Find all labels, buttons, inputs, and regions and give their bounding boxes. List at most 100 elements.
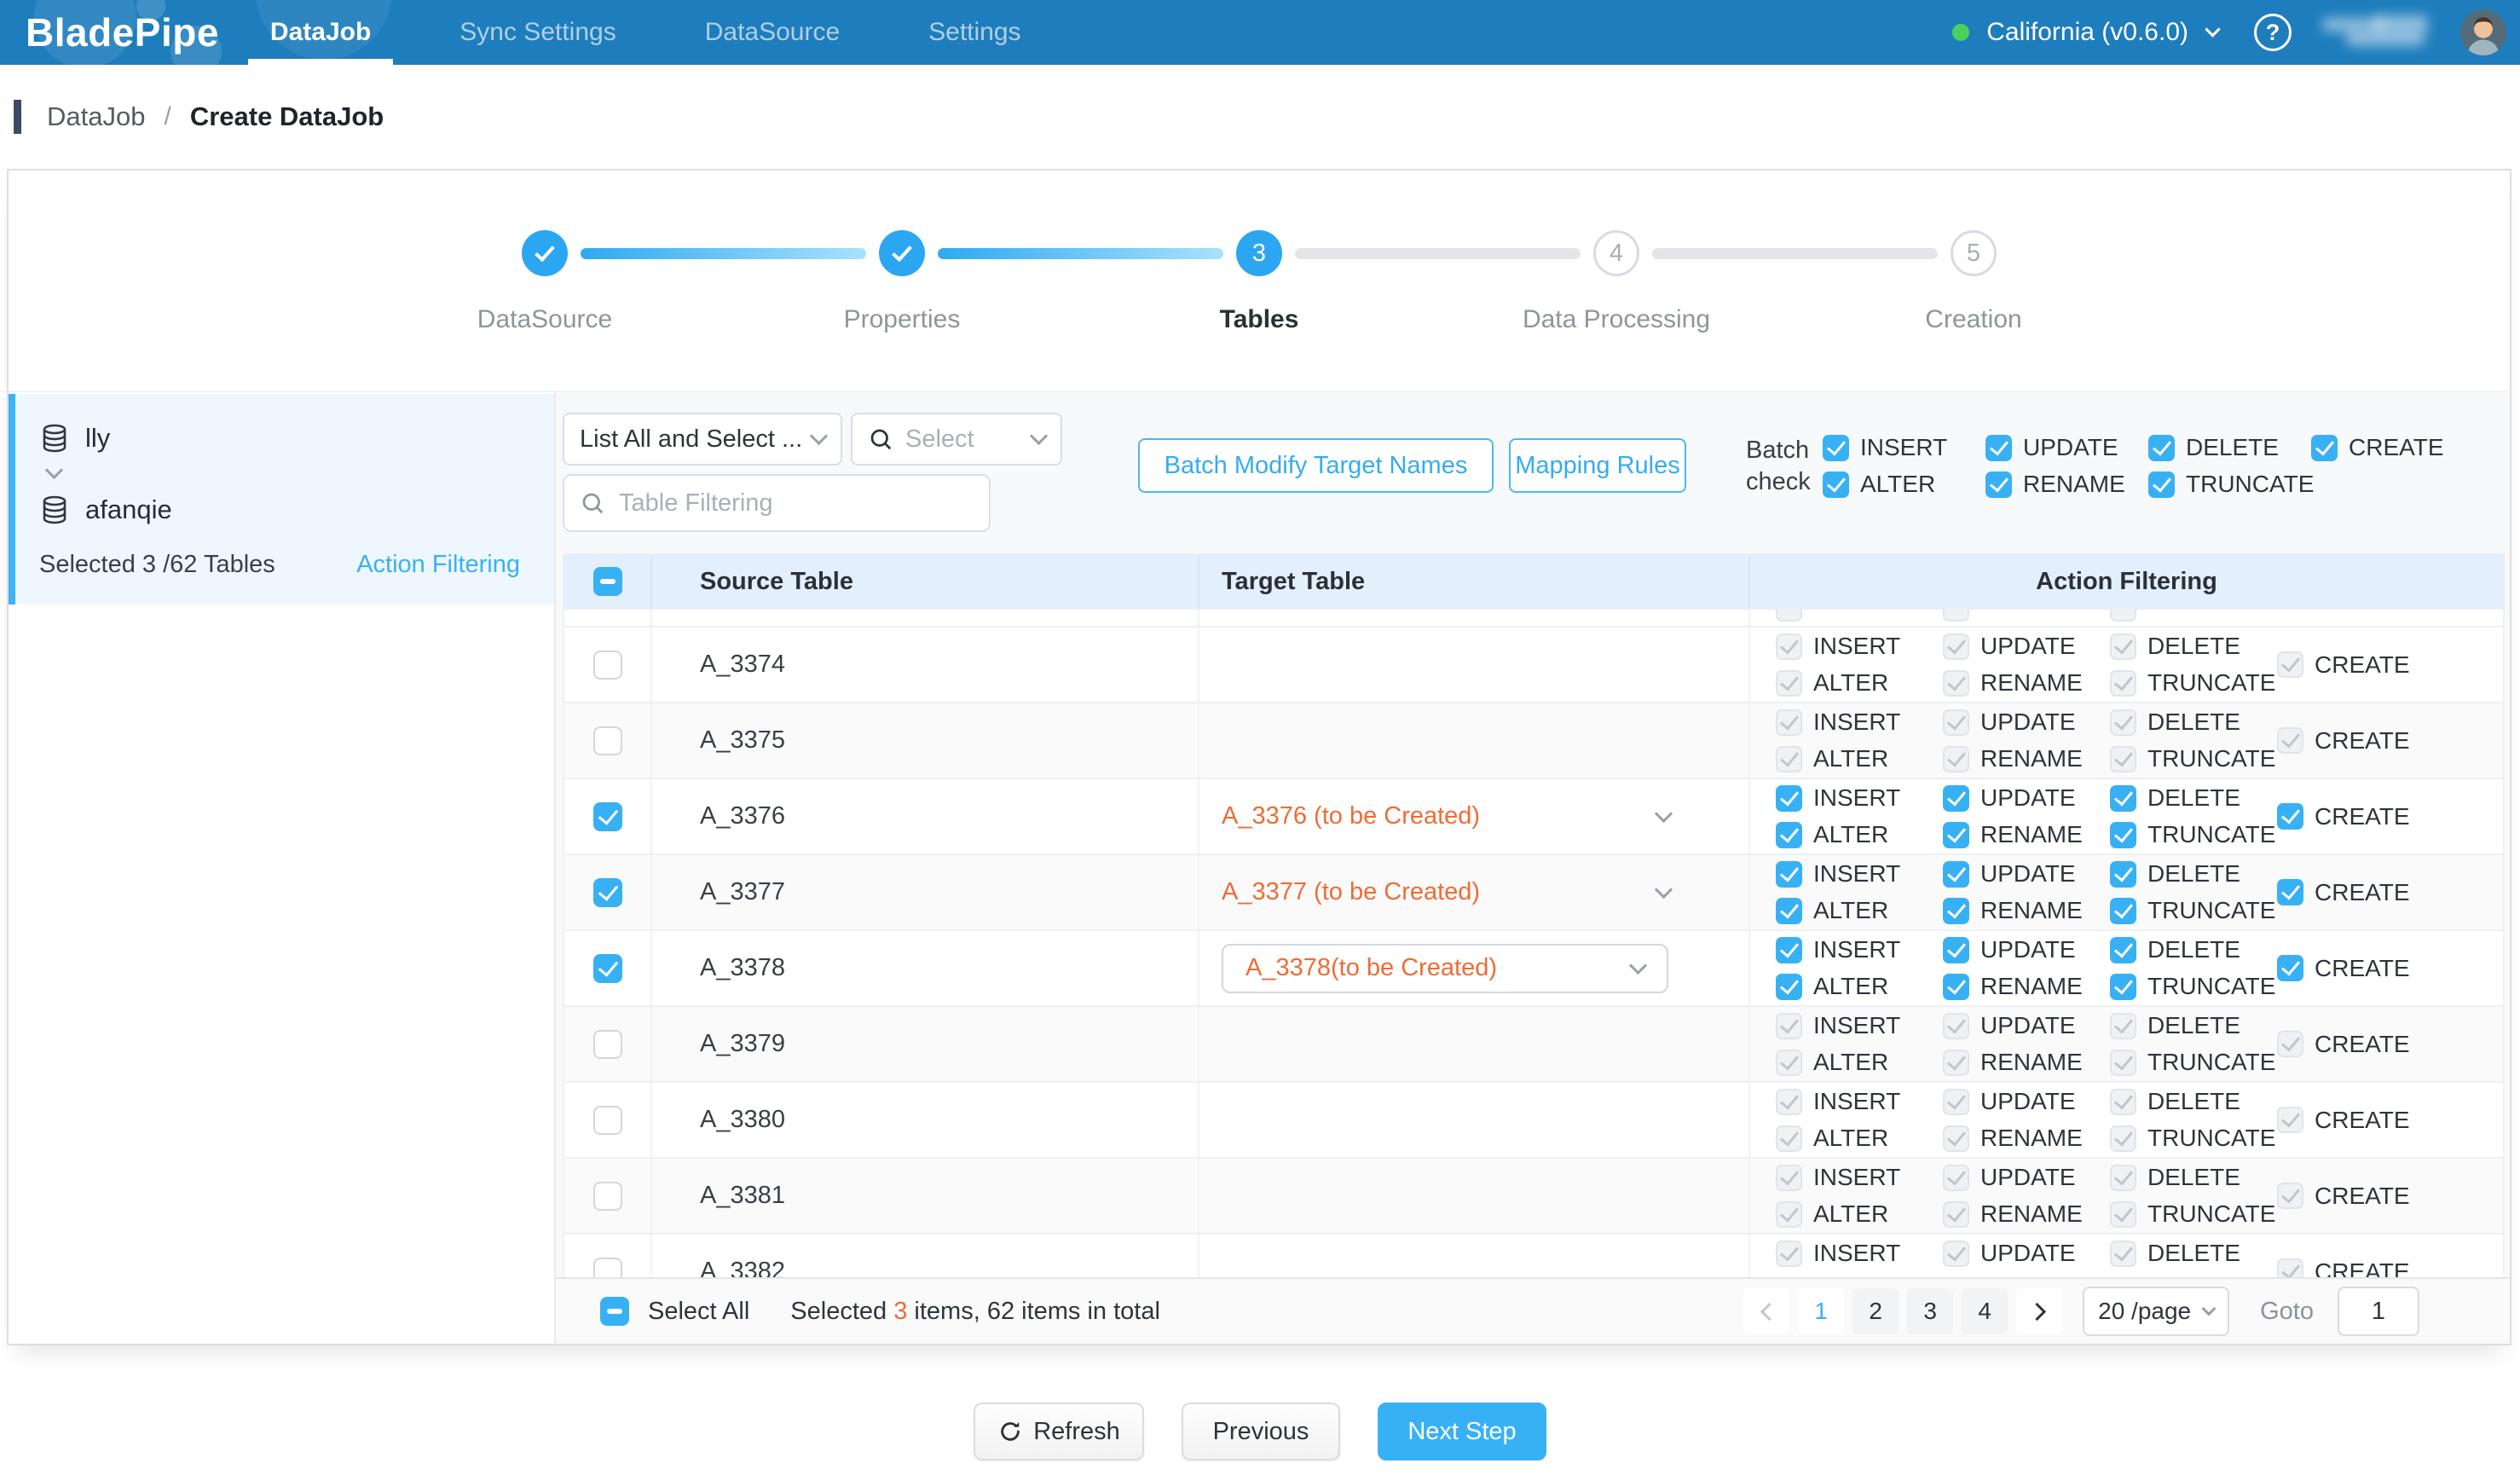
previous-button[interactable]: Previous: [1182, 1403, 1340, 1461]
table-row-a-3381: A_3381INSERTALTERUPDATERENAMEDELETETRUNC…: [564, 1159, 2503, 1235]
next-page-button[interactable]: [2016, 1288, 2062, 1334]
checkbox-checked[interactable]: [2311, 435, 2338, 461]
checkbox-checked[interactable]: [2277, 803, 2303, 830]
checkbox-checked[interactable]: [2148, 435, 2175, 461]
avatar[interactable]: [2460, 9, 2506, 55]
checkbox-checked[interactable]: [2110, 937, 2136, 963]
chevron-down-icon[interactable]: [2205, 21, 2220, 37]
checkbox-checked[interactable]: [1943, 898, 1969, 924]
row-action-alter: ALTER: [1776, 896, 1943, 925]
nav-item-datajob[interactable]: DataJob: [241, 0, 400, 65]
row-checkbox[interactable]: [593, 726, 622, 755]
table-body: A_3374INSERTALTERUPDATERENAMEDELETETRUNC…: [563, 610, 2505, 1284]
table-filter-input[interactable]: [619, 489, 974, 518]
action-filtering-link[interactable]: Action Filtering: [356, 551, 520, 579]
row-action-label: TRUNCATE: [2147, 745, 2275, 772]
step-label: DataSource: [367, 305, 724, 334]
target-table-select[interactable]: A_3377 (to be Created): [1199, 878, 1748, 906]
checkbox-checked[interactable]: [2277, 955, 2303, 981]
checkbox-checked[interactable]: [2110, 974, 2136, 1000]
row-checkbox[interactable]: [593, 954, 622, 983]
row-checkbox[interactable]: [593, 651, 622, 680]
select-page-checkbox[interactable]: [593, 567, 622, 596]
nav-item-sync-settings[interactable]: Sync Settings: [431, 0, 644, 65]
checkbox-checked[interactable]: [1943, 822, 1969, 848]
action-column: UPDATERENAME: [1943, 632, 2110, 697]
row-action-delete: DELETE: [2110, 1087, 2277, 1116]
nav-item-settings[interactable]: Settings: [899, 0, 1049, 65]
app-logo[interactable]: BladePipe: [26, 9, 219, 55]
column-select[interactable]: Select: [851, 413, 1062, 466]
checkbox-checked[interactable]: [1943, 937, 1969, 963]
masked-username: [2322, 14, 2435, 51]
clipped-checkbox: [2110, 610, 2136, 622]
col-source-table: Source Table: [652, 555, 1199, 608]
checkbox-checked[interactable]: [1985, 471, 2012, 498]
row-action-alter: ALTER: [1776, 1200, 1943, 1229]
chevron-left-icon: [1760, 1302, 1778, 1320]
action-column: INSERTALTER: [1776, 708, 1943, 773]
source-table-name: A_3375: [700, 726, 785, 755]
checkbox-checked[interactable]: [1943, 974, 1969, 1000]
action-filtering-cell: INSERTALTERUPDATERENAMEDELETETRUNCATECRE…: [1750, 1083, 2503, 1157]
breadcrumb-datajob[interactable]: DataJob: [47, 101, 145, 132]
row-action-rename: RENAME: [1943, 896, 2110, 925]
checkbox-checked[interactable]: [2110, 785, 2136, 812]
row-action-alter: ALTER: [1776, 1048, 1943, 1077]
checkbox-checked[interactable]: [1943, 861, 1969, 888]
tables-table: Source Table Target Table Action Filteri…: [563, 553, 2505, 1284]
checkbox-checked[interactable]: [1776, 861, 1802, 888]
checkbox-checked[interactable]: [1776, 898, 1802, 924]
goto-input[interactable]: [2338, 1287, 2419, 1336]
checkbox-checked[interactable]: [1776, 822, 1802, 848]
nav-item-datasource[interactable]: DataSource: [676, 0, 869, 65]
selected-datasource-item[interactable]: lly afanqie: [9, 394, 554, 604]
row-checkbox[interactable]: [593, 1030, 622, 1059]
checkbox-checked[interactable]: [1776, 937, 1802, 963]
page-button-3[interactable]: 3: [1907, 1288, 1953, 1334]
row-checkbox-cell: [564, 779, 652, 853]
batch-action-label: CREATE: [2349, 434, 2444, 461]
checkbox-checked[interactable]: [1985, 435, 2012, 461]
page-size-select[interactable]: 20 /page: [2083, 1287, 2229, 1336]
region-selector[interactable]: California (v0.6.0): [1986, 18, 2188, 47]
page-button-1[interactable]: 1: [1798, 1288, 1844, 1334]
page-button-4[interactable]: 4: [1962, 1288, 2008, 1334]
row-checkbox[interactable]: [593, 1182, 622, 1211]
row-action-insert: INSERT: [1776, 1087, 1943, 1116]
checkbox-checked[interactable]: [1823, 471, 1849, 498]
checkbox-checked[interactable]: [1823, 435, 1849, 461]
row-action-delete: DELETE: [2110, 784, 2277, 813]
checkbox-checked[interactable]: [1776, 785, 1802, 812]
checkbox-checked[interactable]: [2110, 822, 2136, 848]
clipped-checkbox: [1943, 610, 1969, 622]
target-table-select[interactable]: A_3378(to be Created): [1222, 944, 1668, 993]
batch-modify-button[interactable]: Batch Modify Target Names: [1138, 438, 1494, 493]
select-all-checkbox[interactable]: [600, 1297, 629, 1326]
action-column: INSERTALTER: [1776, 859, 1943, 925]
table-filter-field[interactable]: [563, 474, 991, 532]
checkbox-checked[interactable]: [2110, 861, 2136, 888]
help-icon[interactable]: ?: [2254, 14, 2292, 51]
row-action-label: UPDATE: [1980, 936, 2076, 963]
mapping-rules-button[interactable]: Mapping Rules: [1509, 438, 1686, 493]
check-icon: [535, 240, 555, 261]
action-column: INSERTALTER: [1776, 1087, 1943, 1153]
prev-page-button[interactable]: [1743, 1288, 1789, 1334]
checkbox-disabled: [1776, 1165, 1802, 1191]
checkbox-checked[interactable]: [1776, 974, 1802, 1000]
checkbox-checked[interactable]: [2110, 898, 2136, 924]
row-checkbox[interactable]: [593, 802, 622, 831]
next-step-button[interactable]: Next Step: [1378, 1403, 1546, 1461]
refresh-button[interactable]: Refresh: [974, 1403, 1144, 1461]
target-table-select[interactable]: A_3376 (to be Created): [1199, 802, 1748, 830]
checkbox-checked[interactable]: [2277, 879, 2303, 905]
row-checkbox[interactable]: [593, 1106, 622, 1135]
row-checkbox[interactable]: [593, 878, 622, 907]
row-action-label: CREATE: [2315, 651, 2410, 679]
checkbox-checked[interactable]: [2148, 471, 2175, 498]
checkbox-disabled: [1943, 670, 1969, 697]
checkbox-checked[interactable]: [1943, 785, 1969, 812]
page-button-2[interactable]: 2: [1852, 1288, 1899, 1334]
list-mode-select[interactable]: List All and Select ...: [563, 413, 842, 466]
